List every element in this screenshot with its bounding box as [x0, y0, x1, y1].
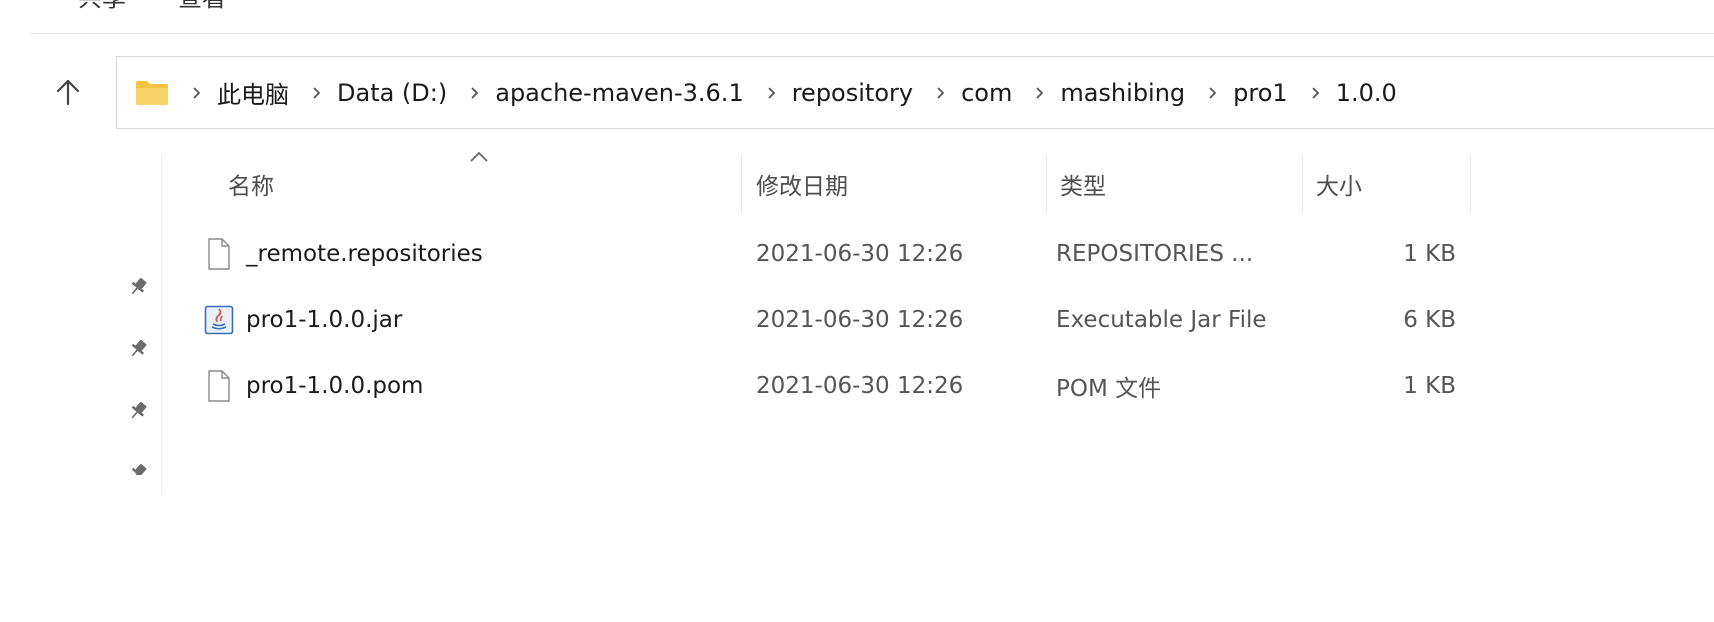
file-date: 2021-06-30 12:26 — [756, 241, 964, 267]
breadcrumb-this-pc[interactable]: 此电脑 — [217, 75, 289, 110]
chevron-right-icon[interactable] — [1310, 86, 1320, 100]
breadcrumb-com[interactable]: com — [961, 79, 1012, 107]
pin-icon[interactable] — [126, 399, 152, 425]
chevron-right-icon[interactable] — [1034, 86, 1044, 100]
pane-divider[interactable] — [161, 155, 162, 495]
column-header-type[interactable]: 类型 — [1060, 155, 1300, 213]
folder-icon — [135, 79, 171, 107]
column-divider[interactable] — [1470, 155, 1471, 213]
pin-icon[interactable] — [126, 337, 152, 363]
pin-icon[interactable] — [126, 275, 152, 301]
navigation-pane — [30, 155, 162, 495]
file-icon — [204, 224, 234, 284]
breadcrumb-apache-maven[interactable]: apache-maven-3.6.1 — [495, 79, 743, 107]
pin-icon[interactable] — [126, 461, 152, 475]
file-name: pro1-1.0.0.pom — [246, 373, 424, 399]
arrow-up-icon — [56, 79, 80, 106]
chevron-right-icon[interactable] — [935, 86, 945, 100]
file-row[interactable]: _remote.repositories 2021-06-30 12:26 RE… — [190, 224, 1480, 284]
up-button[interactable] — [48, 72, 88, 112]
column-header-date[interactable]: 修改日期 — [756, 155, 1046, 213]
column-divider[interactable] — [1046, 155, 1047, 213]
chevron-right-icon[interactable] — [1207, 86, 1217, 100]
chevron-right-icon[interactable] — [469, 86, 479, 100]
ribbon-tab-share[interactable]: 共享 — [78, 0, 126, 13]
file-type: Executable Jar File — [1056, 307, 1267, 333]
file-row[interactable]: pro1-1.0.0.pom 2021-06-30 12:26 POM 文件 1… — [190, 356, 1480, 416]
file-size: 1 KB — [1403, 241, 1456, 267]
file-name: _remote.repositories — [246, 241, 483, 267]
breadcrumb-mashibing[interactable]: mashibing — [1060, 79, 1185, 107]
breadcrumb-data-drive[interactable]: Data (D:) — [337, 79, 447, 107]
file-size: 6 KB — [1403, 307, 1456, 333]
file-type: POM 文件 — [1056, 376, 1162, 402]
ribbon-tab-view[interactable]: 查看 — [178, 0, 226, 13]
chevron-right-icon[interactable] — [191, 86, 201, 100]
column-divider[interactable] — [741, 155, 742, 213]
breadcrumb: 此电脑 Data (D:) apache-maven-3.6.1 reposit… — [171, 57, 1397, 128]
chevron-right-icon[interactable] — [311, 86, 321, 100]
java-jar-icon — [204, 290, 234, 350]
breadcrumb-pro1[interactable]: pro1 — [1233, 79, 1288, 107]
file-icon — [204, 356, 234, 416]
breadcrumb-repository[interactable]: repository — [792, 79, 913, 107]
chevron-right-icon[interactable] — [766, 86, 776, 100]
breadcrumb-1-0-0[interactable]: 1.0.0 — [1336, 79, 1397, 107]
file-size: 1 KB — [1403, 373, 1456, 399]
file-name: pro1-1.0.0.jar — [246, 307, 403, 333]
column-divider[interactable] — [1302, 155, 1303, 213]
address-bar[interactable]: 此电脑 Data (D:) apache-maven-3.6.1 reposit… — [116, 56, 1714, 129]
column-header-name[interactable]: 名称 — [228, 155, 738, 213]
column-header-size[interactable]: 大小 — [1316, 155, 1466, 213]
file-row[interactable]: pro1-1.0.0.jar 2021-06-30 12:26 Executab… — [190, 290, 1480, 350]
file-type: REPOSITORIES ... — [1056, 241, 1254, 267]
ribbon-divider — [30, 33, 1714, 34]
file-date: 2021-06-30 12:26 — [756, 373, 964, 399]
file-date: 2021-06-30 12:26 — [756, 307, 964, 333]
